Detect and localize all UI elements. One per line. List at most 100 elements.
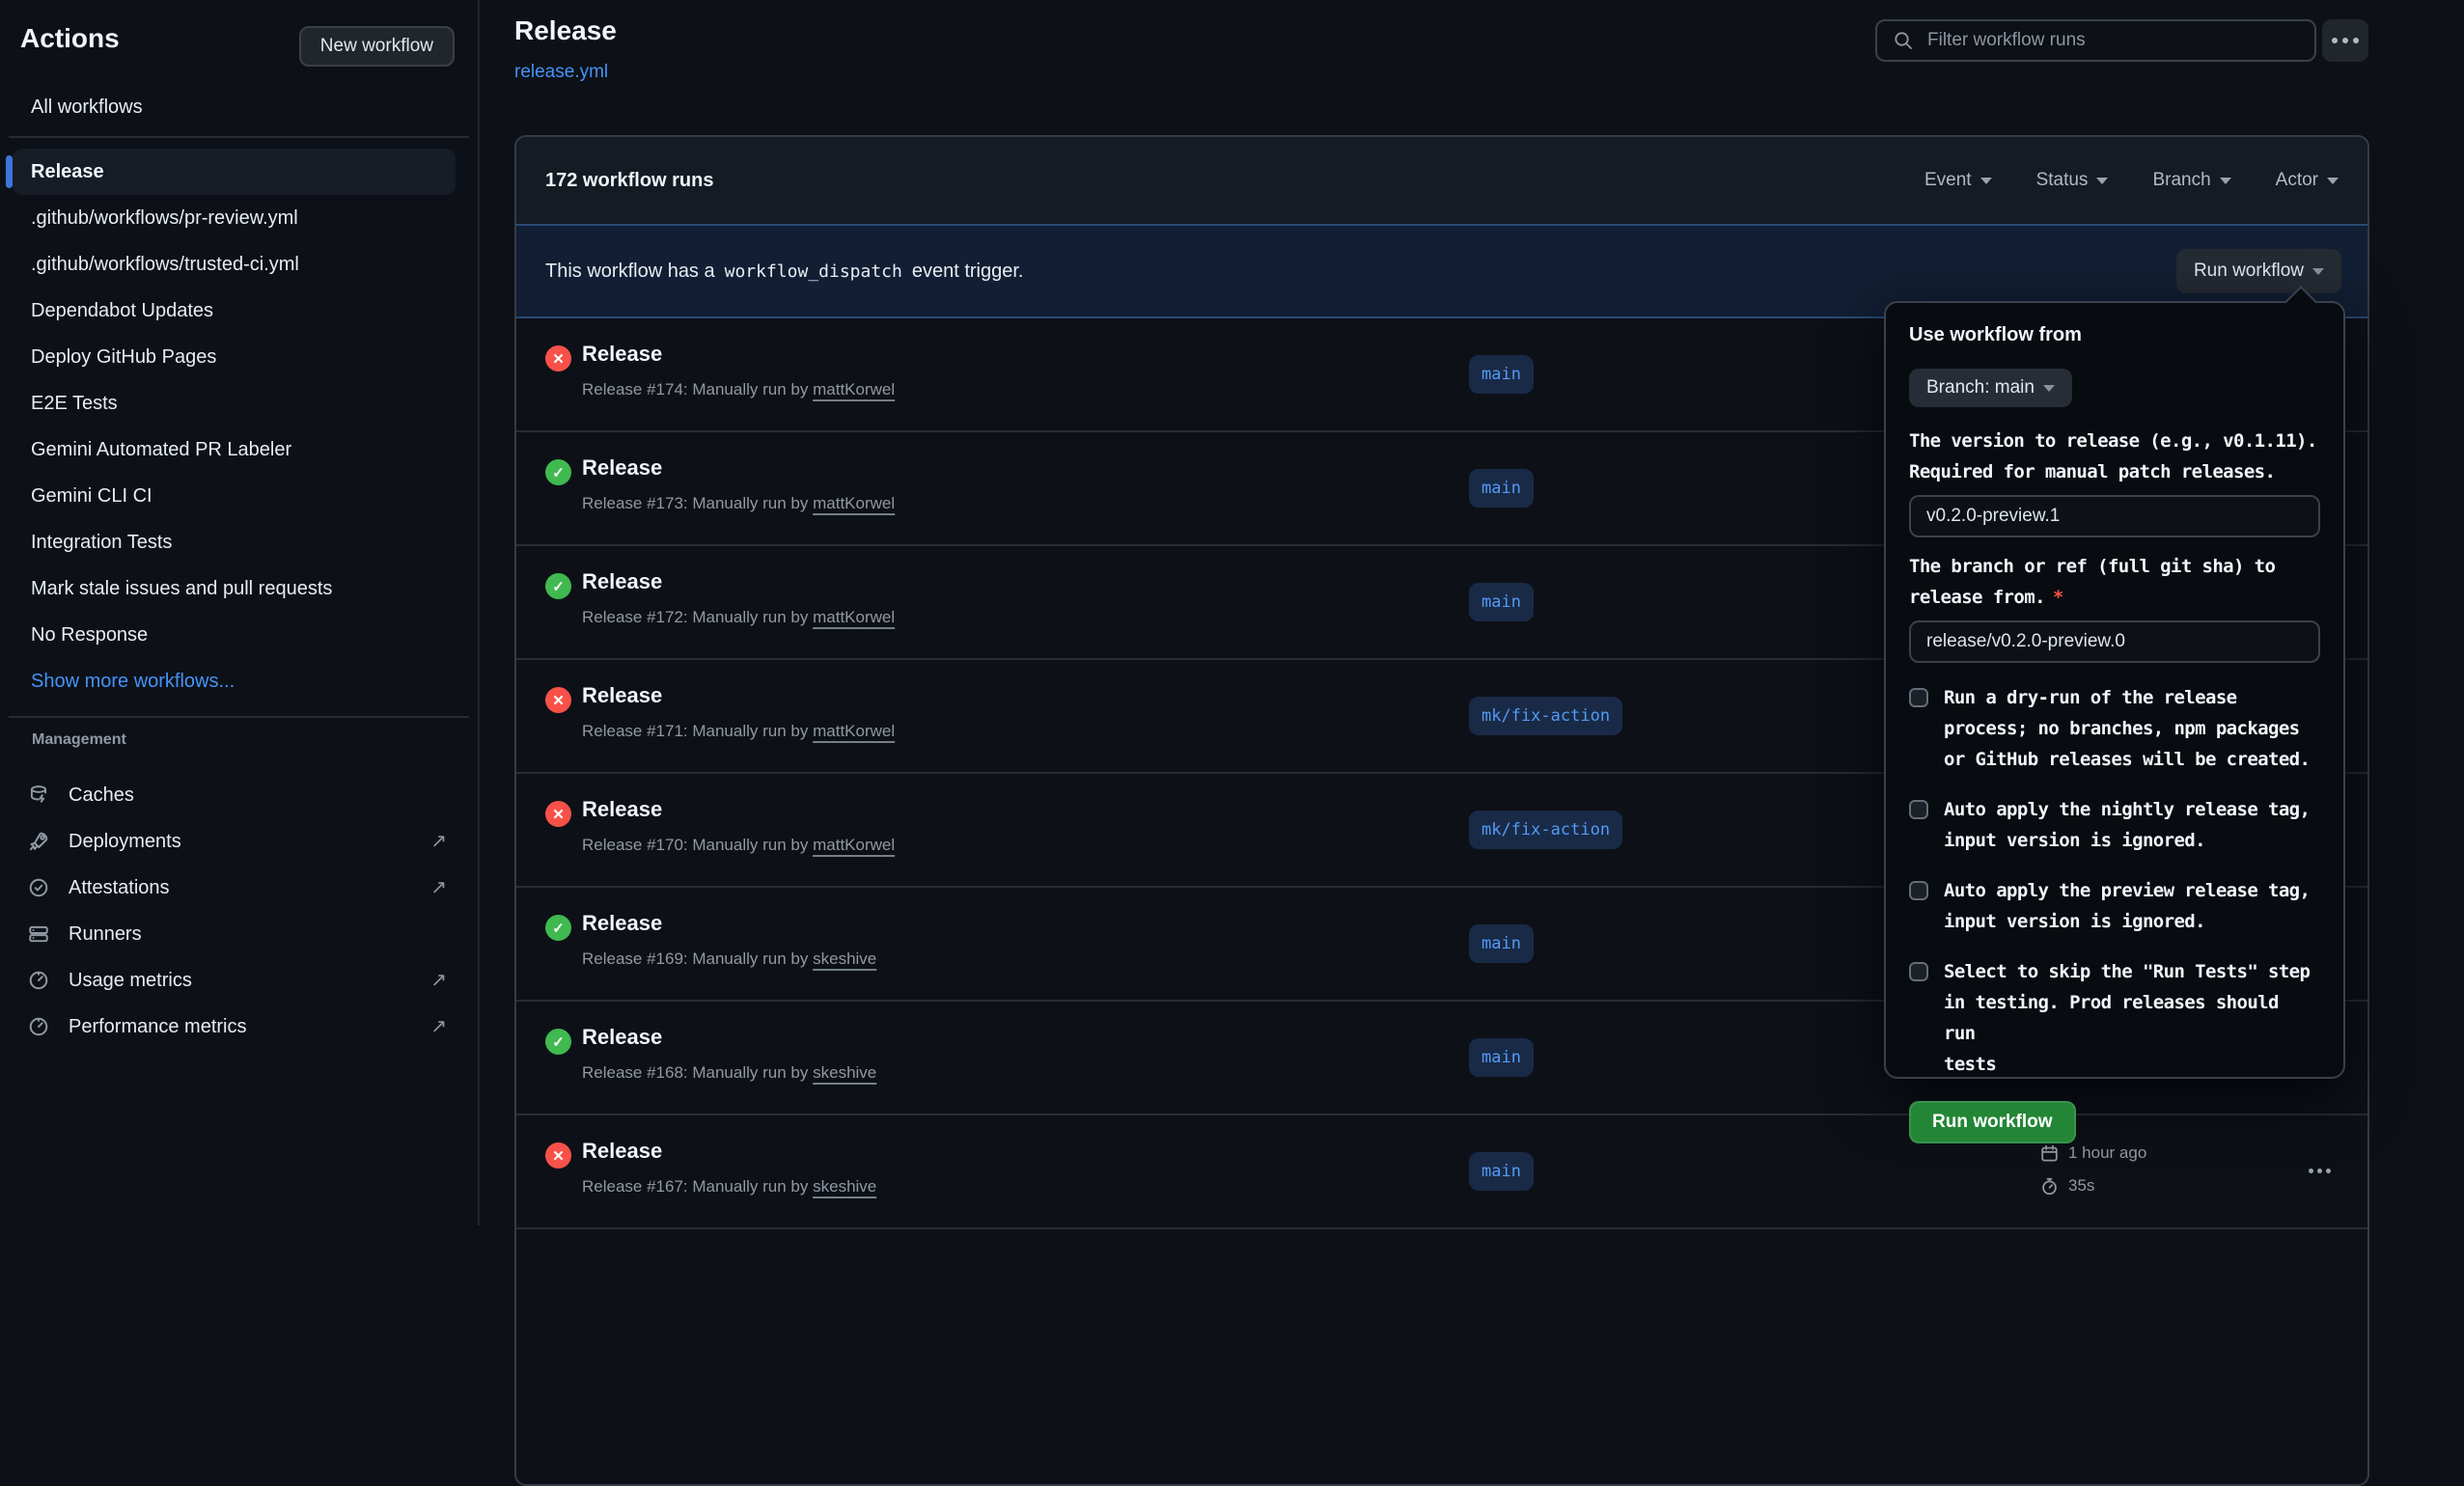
banner-text-prefix: This workflow has a bbox=[545, 261, 715, 283]
sidebar-workflow-item[interactable]: No Response bbox=[13, 612, 456, 658]
popover-checkbox-option[interactable]: Auto apply the nightly release tag, inpu… bbox=[1909, 794, 2320, 856]
external-link-icon: ↗ bbox=[430, 1004, 447, 1050]
sidebar-workflow-item[interactable]: Show more workflows... bbox=[13, 658, 456, 704]
run-description: Release #167: Manually run by skeshive bbox=[582, 1177, 876, 1197]
run-description: Release #171: Manually run by mattKorwel bbox=[582, 722, 895, 741]
chevron-down-icon bbox=[2220, 178, 2231, 184]
status-success-icon: ✓ bbox=[545, 573, 571, 599]
checkbox[interactable] bbox=[1909, 688, 1928, 707]
calendar-icon bbox=[2040, 1144, 2059, 1163]
run-title[interactable]: Release bbox=[582, 911, 662, 936]
banner-text-suffix: event trigger. bbox=[912, 261, 1024, 283]
branch-pill[interactable]: main bbox=[1469, 924, 1534, 963]
sidebar-item-deployments[interactable]: Deployments ↗ bbox=[13, 818, 456, 865]
sidebar-workflow-item[interactable]: E2E Tests bbox=[13, 380, 456, 427]
server-icon bbox=[27, 922, 50, 946]
sidebar-workflow-item[interactable]: Deploy GitHub Pages bbox=[13, 334, 456, 380]
status-success-icon: ✓ bbox=[545, 459, 571, 485]
branch-pill[interactable]: mk/fix-action bbox=[1469, 697, 1622, 735]
actions-page: Actions New workflow All workflows Relea… bbox=[0, 0, 2464, 1225]
run-workflow-dropdown-button[interactable]: Run workflow bbox=[2176, 249, 2341, 293]
run-options-kebab-button[interactable] bbox=[2300, 1156, 2339, 1185]
popover-checkbox-option[interactable]: Run a dry-run of the release process; no… bbox=[1909, 682, 2320, 775]
search-input[interactable] bbox=[1925, 29, 2286, 52]
cache-icon bbox=[27, 784, 50, 807]
sidebar-workflow-item[interactable]: .github/workflows/pr-review.yml bbox=[13, 195, 456, 241]
run-title[interactable]: Release bbox=[582, 455, 662, 481]
sidebar-item-runners[interactable]: Runners bbox=[13, 911, 456, 957]
branch-pill[interactable]: main bbox=[1469, 1152, 1534, 1191]
sidebar-item-performance-metrics[interactable]: Performance metrics ↗ bbox=[13, 1004, 456, 1050]
ref-description: The branch or ref (full git sha) to rele… bbox=[1909, 551, 2320, 613]
sidebar-divider bbox=[9, 716, 469, 718]
branch-pill[interactable]: main bbox=[1469, 1038, 1534, 1077]
filter-actor-dropdown[interactable]: Actor bbox=[2276, 170, 2339, 191]
workflow-file-link[interactable]: release.yml bbox=[514, 62, 608, 83]
sidebar-workflow-item[interactable]: Gemini CLI CI bbox=[13, 473, 456, 519]
sidebar-item-caches[interactable]: Caches bbox=[13, 772, 456, 818]
filter-workflow-runs-input[interactable] bbox=[1875, 19, 2316, 62]
chevron-down-icon bbox=[1980, 178, 1992, 184]
active-indicator bbox=[6, 155, 13, 188]
actor-link[interactable]: mattKorwel bbox=[813, 722, 895, 740]
workflow-options-kebab-button[interactable] bbox=[2322, 19, 2368, 62]
management-heading: Management bbox=[32, 731, 126, 749]
run-meta: 1 hour ago 35s bbox=[2040, 1139, 2146, 1204]
chevron-down-icon bbox=[2327, 178, 2339, 184]
filter-event-dropdown[interactable]: Event bbox=[1924, 170, 1992, 191]
run-title[interactable]: Release bbox=[582, 683, 662, 708]
actor-link[interactable]: skeshive bbox=[813, 949, 876, 968]
sidebar-workflow-item[interactable]: .github/workflows/trusted-ci.yml bbox=[13, 241, 456, 288]
run-workflow-submit-button[interactable]: Run workflow bbox=[1909, 1101, 2076, 1143]
sidebar-item-attestations[interactable]: Attestations ↗ bbox=[13, 865, 456, 911]
run-title[interactable]: Release bbox=[582, 1139, 662, 1164]
checkbox[interactable] bbox=[1909, 881, 1928, 900]
sidebar-divider bbox=[9, 136, 469, 138]
actor-link[interactable]: mattKorwel bbox=[813, 836, 895, 854]
version-description: The version to release (e.g., v0.1.11). … bbox=[1909, 426, 2320, 487]
sidebar-workflow-item[interactable]: Gemini Automated PR Labeler bbox=[13, 427, 456, 473]
filter-branch-dropdown[interactable]: Branch bbox=[2152, 170, 2230, 191]
branch-select-button[interactable]: Branch: main bbox=[1909, 369, 2072, 407]
checkbox[interactable] bbox=[1909, 800, 1928, 819]
actor-link[interactable]: skeshive bbox=[813, 1063, 876, 1082]
run-title[interactable]: Release bbox=[582, 569, 662, 594]
popover-checkbox-option[interactable]: Select to skip the "Run Tests" step in t… bbox=[1909, 956, 2320, 1080]
popover-checkbox-option[interactable]: Auto apply the preview release tag, inpu… bbox=[1909, 875, 2320, 937]
external-link-icon: ↗ bbox=[430, 818, 447, 865]
sidebar-item-all-workflows[interactable]: All workflows bbox=[13, 85, 456, 129]
workflow-run-row[interactable]: ✕ Release Release #167: Manually run by … bbox=[516, 1114, 2367, 1227]
run-title[interactable]: Release bbox=[582, 1025, 662, 1050]
version-input[interactable] bbox=[1909, 495, 2320, 537]
branch-pill[interactable]: main bbox=[1469, 355, 1534, 394]
sidebar-workflow-item[interactable]: Dependabot Updates bbox=[13, 288, 456, 334]
new-workflow-button[interactable]: New workflow bbox=[299, 26, 455, 67]
kebab-icon bbox=[2317, 1169, 2322, 1173]
checkbox[interactable] bbox=[1909, 962, 1928, 981]
run-description: Release #173: Manually run by mattKorwel bbox=[582, 494, 895, 513]
next-run-row-partial bbox=[516, 1227, 2367, 1287]
workflow-title: Release bbox=[514, 15, 617, 46]
run-description: Release #174: Manually run by mattKorwel bbox=[582, 380, 895, 399]
rocket-icon bbox=[27, 830, 50, 853]
run-title[interactable]: Release bbox=[582, 342, 662, 367]
meter-icon bbox=[27, 969, 50, 992]
actor-link[interactable]: skeshive bbox=[813, 1177, 876, 1196]
actor-link[interactable]: mattKorwel bbox=[813, 608, 895, 626]
status-failure-icon: ✕ bbox=[545, 1142, 571, 1169]
chevron-down-icon bbox=[2043, 385, 2055, 392]
sidebar-workflow-list: Release .github/workflows/pr-review.yml … bbox=[13, 149, 456, 704]
sidebar-item-usage-metrics[interactable]: Usage metrics ↗ bbox=[13, 957, 456, 1004]
branch-pill[interactable]: mk/fix-action bbox=[1469, 811, 1622, 849]
actor-link[interactable]: mattKorwel bbox=[813, 494, 895, 512]
branch-pill[interactable]: main bbox=[1469, 469, 1534, 508]
ref-input[interactable] bbox=[1909, 620, 2320, 663]
status-failure-icon: ✕ bbox=[545, 801, 571, 827]
run-title[interactable]: Release bbox=[582, 797, 662, 822]
filter-status-dropdown[interactable]: Status bbox=[2036, 170, 2109, 191]
actor-link[interactable]: mattKorwel bbox=[813, 380, 895, 399]
sidebar-workflow-item[interactable]: Mark stale issues and pull requests bbox=[13, 565, 456, 612]
sidebar-workflow-item[interactable]: Integration Tests bbox=[13, 519, 456, 565]
sidebar-item-selected[interactable]: Release bbox=[13, 149, 456, 195]
branch-pill[interactable]: main bbox=[1469, 583, 1534, 621]
